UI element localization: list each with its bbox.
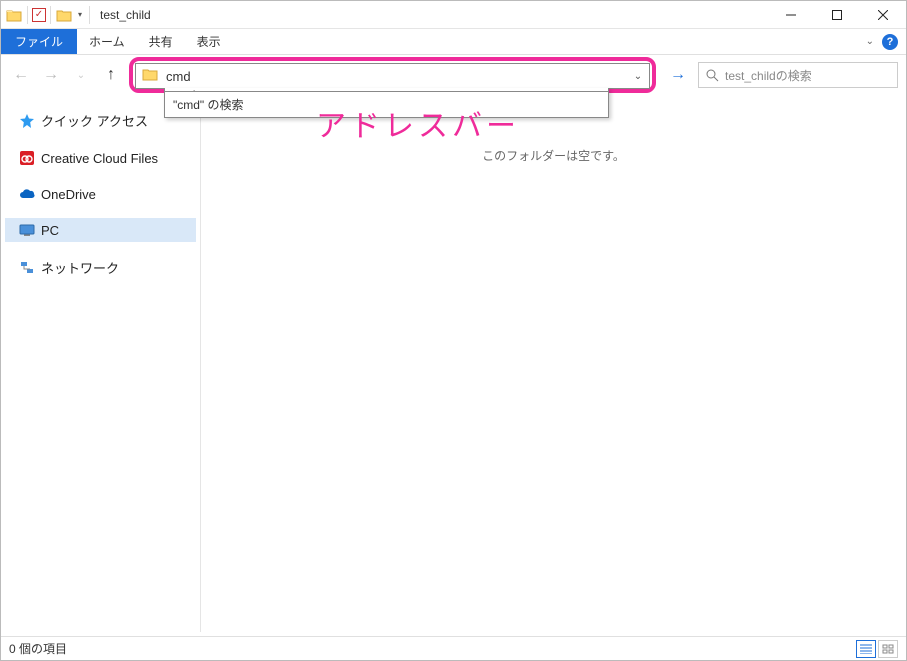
network-icon xyxy=(19,260,35,276)
window-title: test_child xyxy=(94,8,151,22)
sidebar-item-label: PC xyxy=(41,223,59,238)
home-tab[interactable]: ホーム xyxy=(77,29,137,54)
details-view-button[interactable] xyxy=(856,640,876,658)
properties-icon[interactable]: ✓ xyxy=(32,8,46,22)
empty-folder-message: このフォルダーは空です。 xyxy=(482,147,625,164)
title-bar: ✓ ▾ test_child xyxy=(1,1,906,29)
forward-button[interactable]: → xyxy=(39,63,63,87)
sidebar-item-label: OneDrive xyxy=(41,187,96,202)
quick-access-toolbar: ✓ ▾ test_child xyxy=(1,6,155,24)
close-button[interactable] xyxy=(860,1,906,29)
sidebar-item-onedrive[interactable]: OneDrive xyxy=(5,182,196,206)
sidebar-item-pc[interactable]: PC xyxy=(5,218,196,242)
view-tab[interactable]: 表示 xyxy=(185,29,233,54)
star-icon xyxy=(19,113,35,129)
status-bar: 0 個の項目 xyxy=(1,636,906,660)
creative-cloud-icon xyxy=(19,150,35,166)
sidebar-item-label: Creative Cloud Files xyxy=(41,151,158,166)
window-controls xyxy=(768,1,906,29)
go-button[interactable]: → xyxy=(666,66,690,84)
search-placeholder: test_childの検索 xyxy=(725,67,812,84)
search-icon xyxy=(705,68,719,82)
minimize-icon xyxy=(786,10,796,20)
separator xyxy=(50,6,51,24)
large-icons-view-icon xyxy=(882,644,894,654)
address-history-dropdown-icon[interactable]: ⌄ xyxy=(627,71,649,82)
address-suggestions: cmd "cmd" の検索 xyxy=(164,88,609,118)
sidebar-item-label: ネットワーク xyxy=(41,258,119,277)
content-pane[interactable]: このフォルダーは空です。 xyxy=(201,97,906,632)
view-switcher xyxy=(856,640,898,658)
large-icons-view-button[interactable] xyxy=(878,640,898,658)
collapse-ribbon-icon[interactable]: ⌄ xyxy=(866,36,874,47)
file-tab[interactable]: ファイル xyxy=(1,29,77,54)
ribbon-right: ⌄ ? xyxy=(858,29,906,54)
separator xyxy=(27,6,28,24)
body-area: クイック アクセス Creative Cloud Files OneDrive … xyxy=(1,97,906,632)
pc-icon xyxy=(19,222,35,238)
navigation-pane: クイック アクセス Creative Cloud Files OneDrive … xyxy=(1,97,201,632)
share-tab[interactable]: 共有 xyxy=(137,29,185,54)
back-button[interactable]: ← xyxy=(9,63,33,87)
up-button[interactable]: ↑ xyxy=(99,63,123,87)
address-bar[interactable]: cmd ⌄ cmd "cmd" の検索 xyxy=(135,63,650,89)
minimize-button[interactable] xyxy=(768,1,814,29)
recent-locations-button[interactable]: ⌄ xyxy=(69,63,93,87)
ribbon-tabs: ファイル ホーム 共有 表示 ⌄ ? xyxy=(1,29,906,55)
close-icon xyxy=(878,10,888,20)
qat-dropdown-icon[interactable]: ▾ xyxy=(75,6,85,24)
onedrive-icon xyxy=(19,186,35,202)
sidebar-item-label: クイック アクセス xyxy=(41,111,148,130)
address-bar-highlight: cmd ⌄ cmd "cmd" の検索 xyxy=(129,57,656,93)
address-search-suggestion[interactable]: "cmd" の検索 xyxy=(165,92,608,117)
sidebar-item-creative-cloud[interactable]: Creative Cloud Files xyxy=(5,146,196,170)
maximize-button[interactable] xyxy=(814,1,860,29)
item-count: 0 個の項目 xyxy=(9,640,67,657)
separator xyxy=(89,6,90,24)
sidebar-item-network[interactable]: ネットワーク xyxy=(5,254,196,281)
address-folder-icon xyxy=(142,67,160,85)
search-box[interactable]: test_childの検索 xyxy=(698,62,898,88)
maximize-icon xyxy=(832,10,842,20)
help-icon[interactable]: ? xyxy=(882,34,898,50)
address-input[interactable]: cmd xyxy=(164,69,627,84)
qat-folder-icon[interactable] xyxy=(55,6,73,24)
window-folder-icon xyxy=(5,6,23,24)
navigation-row: ← → ⌄ ↑ cmd ⌄ cmd "cmd" の検索 → test_child… xyxy=(1,55,906,95)
details-view-icon xyxy=(860,644,872,654)
